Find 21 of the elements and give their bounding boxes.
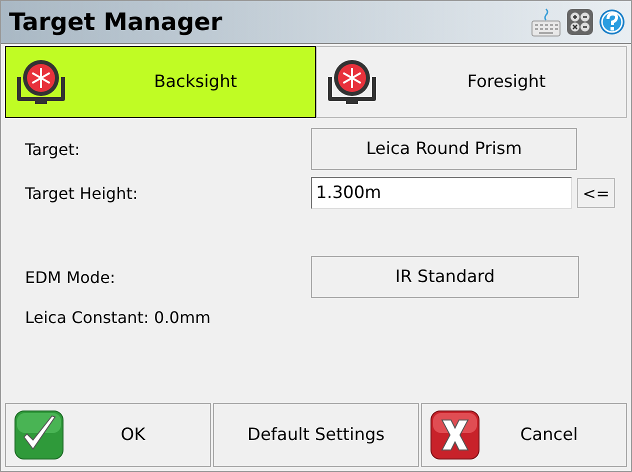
prism-icon	[327, 59, 377, 105]
prism-icon	[16, 59, 66, 105]
help-icon[interactable]	[599, 9, 625, 35]
field-label: EDM Mode:	[25, 268, 116, 286]
action-button[interactable]: OK	[5, 403, 211, 467]
calculator-icon[interactable]	[567, 9, 593, 35]
select-button[interactable]: IR Standard	[311, 256, 579, 298]
select-button[interactable]: Leica Round Prism	[311, 128, 577, 170]
field-label: Leica Constant: 0.0mm	[25, 308, 212, 326]
tab[interactable]: Backsight	[5, 46, 316, 118]
copy-button[interactable]: <=	[577, 178, 615, 208]
window-title: Target Manager	[9, 8, 222, 36]
checkmark-icon	[14, 410, 64, 460]
action-button[interactable]: Cancel	[421, 403, 627, 467]
input-field[interactable]: 1.300m	[311, 177, 572, 209]
tab[interactable]: Foresight	[316, 46, 627, 118]
action-button[interactable]: Default Settings	[213, 403, 419, 467]
keyboard-icon[interactable]	[531, 7, 561, 37]
field-label: Target Height:	[25, 184, 139, 202]
cross-icon	[430, 410, 480, 460]
field-label: Target:	[25, 140, 81, 158]
